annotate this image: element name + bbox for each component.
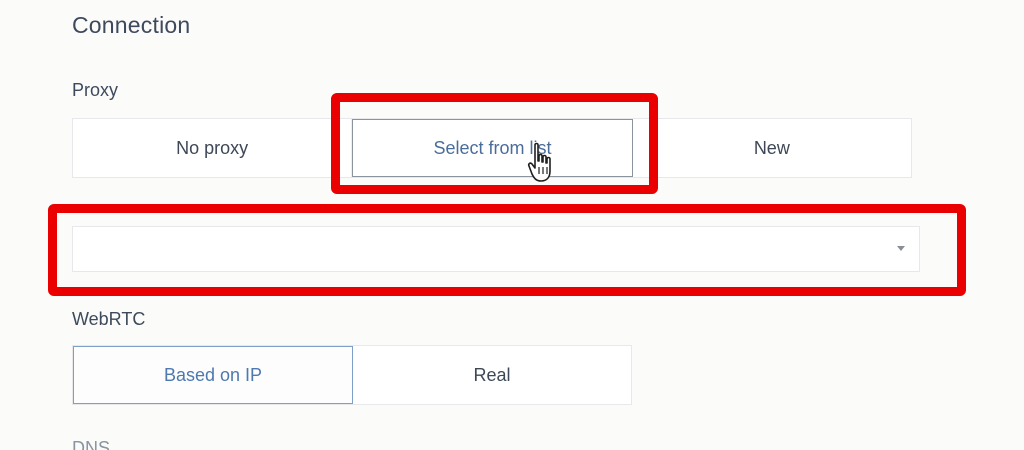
proxy-list-dropdown[interactable] — [72, 226, 920, 272]
dns-label: DNS — [72, 438, 111, 450]
webrtc-label: WebRTC — [72, 309, 146, 329]
webrtc-segmented-control: Based on IP Real — [72, 345, 632, 405]
proxy-segmented-control: No proxy Select from list New — [72, 118, 912, 178]
based-on-ip-button[interactable]: Based on IP — [73, 346, 353, 404]
section-title: Connection — [72, 12, 191, 38]
hand-pointer-icon — [527, 142, 551, 182]
proxy-label: Proxy — [72, 80, 119, 100]
connection-settings-panel: Connection Proxy No proxy Select from li… — [0, 0, 1024, 450]
real-button[interactable]: Real — [353, 346, 631, 404]
select-from-list-button[interactable]: Select from list — [352, 119, 633, 177]
caret-down-icon — [897, 246, 905, 251]
new-proxy-button[interactable]: New — [633, 119, 911, 177]
no-proxy-button[interactable]: No proxy — [73, 119, 353, 177]
